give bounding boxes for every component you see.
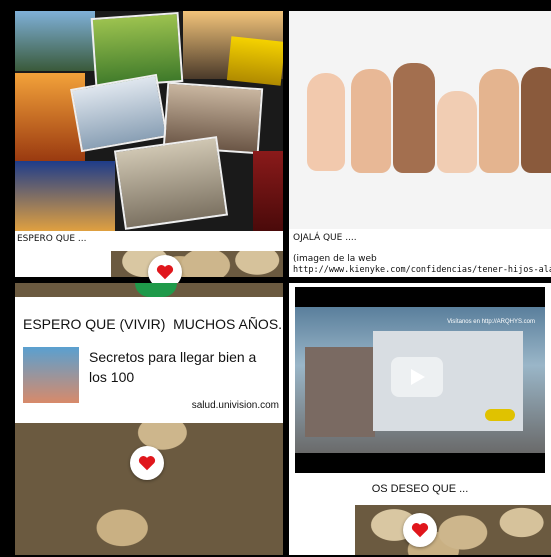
like-button[interactable] xyxy=(130,446,164,480)
card-video[interactable]: Visítanos en http://ARQHYS.com OS DESEO … xyxy=(289,283,551,555)
card-footer-stones xyxy=(355,505,551,555)
card-travel[interactable]: ESPERO QUE ... xyxy=(15,11,283,289)
heart-icon xyxy=(156,265,174,280)
card-caption: ESPERO QUE ... xyxy=(17,234,87,244)
video-watermark: Visítanos en http://ARQHYS.com xyxy=(447,319,535,325)
link-preview-thumbnail[interactable] xyxy=(23,347,79,403)
heart-icon xyxy=(411,523,429,538)
heart-icon xyxy=(138,456,156,471)
link-preview-title[interactable]: Secretos para llegar bien a los 100 xyxy=(89,347,269,387)
card-caption: OJALÁ QUE .... xyxy=(293,233,357,243)
link-preview-domain[interactable]: salud.univision.com xyxy=(192,400,279,411)
video-player[interactable]: Visítanos en http://ARQHYS.com xyxy=(295,287,545,473)
card-footer-stones xyxy=(111,251,283,277)
source-link[interactable]: http://www.kienyke.com/confidencias/tene… xyxy=(293,265,551,275)
travel-collage-image xyxy=(15,11,283,231)
card-note: (imagen de la web xyxy=(293,254,377,264)
green-badge xyxy=(135,283,177,297)
babies-image xyxy=(289,11,551,229)
play-icon xyxy=(411,369,425,385)
card-text: ESPERO QUE (VIVIR) MUCHOS AÑOS. xyxy=(23,316,283,332)
play-button[interactable] xyxy=(391,357,443,397)
card-caption: OS DESEO QUE ... xyxy=(371,483,469,495)
card-long-life[interactable]: ESPERO QUE (VIVIR) MUCHOS AÑOS. Secretos… xyxy=(15,283,283,555)
card-babies[interactable]: OJALÁ QUE .... (imagen de la web http://… xyxy=(289,11,551,277)
text-panel: ESPERO QUE (VIVIR) MUCHOS AÑOS. Secretos… xyxy=(15,297,283,423)
like-button[interactable] xyxy=(403,513,437,547)
